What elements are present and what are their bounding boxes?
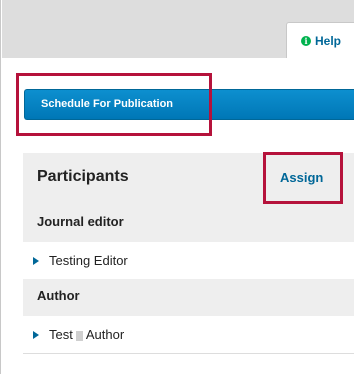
participants-panel: Participants Assign Journal editor Testi… xyxy=(23,153,354,363)
divider xyxy=(23,353,354,354)
group-label-journal-editor: Journal editor xyxy=(23,205,354,242)
participants-header: Participants Assign xyxy=(23,153,354,205)
participant-row[interactable]: Test Author xyxy=(23,316,354,353)
workflow-panel: i Help Schedule For Publication Particip… xyxy=(0,0,354,374)
help-label: Help xyxy=(314,33,341,48)
schedule-for-publication-button[interactable]: Schedule For Publication xyxy=(24,89,354,120)
group-label-author: Author xyxy=(23,279,354,316)
help-tab[interactable]: i Help xyxy=(286,22,354,58)
expand-arrow-icon[interactable] xyxy=(33,330,39,339)
participant-name: Test Author xyxy=(49,327,125,342)
info-icon: i xyxy=(300,35,311,46)
participant-row[interactable]: Testing Editor xyxy=(23,242,354,279)
participants-title: Participants xyxy=(37,168,129,185)
redacted-mark xyxy=(75,330,83,341)
expand-arrow-icon[interactable] xyxy=(33,256,39,265)
assign-link[interactable]: Assign xyxy=(280,170,323,185)
participant-name: Testing Editor xyxy=(49,253,128,268)
